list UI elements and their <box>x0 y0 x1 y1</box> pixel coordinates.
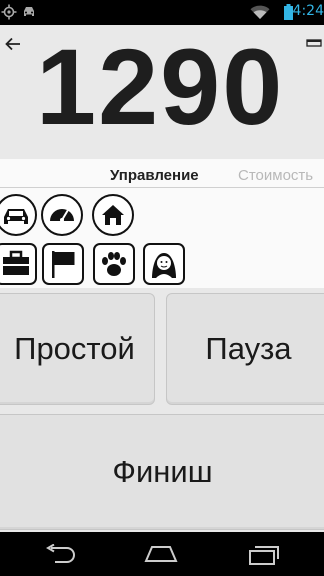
car-icon[interactable] <box>0 193 38 242</box>
overflow-menu-icon[interactable] <box>306 34 322 52</box>
recent-apps-icon[interactable] <box>247 544 281 571</box>
status-bar: 4:24 <box>0 0 324 25</box>
pause-button-label: Пауза <box>205 331 292 366</box>
pause-button[interactable]: Пауза <box>166 293 324 405</box>
finish-button[interactable]: Финиш <box>0 414 324 530</box>
idle-button-label: Простой <box>14 331 135 366</box>
paw-icon[interactable] <box>92 242 136 291</box>
tab-cost[interactable]: Стоимость <box>238 167 313 184</box>
taximeter-screen: 1290 Управление Стоимость Простой Пауза … <box>0 25 324 532</box>
status-time: 4:24 <box>292 3 324 19</box>
back-arrow-icon[interactable] <box>5 37 21 56</box>
home-icon[interactable] <box>91 193 135 242</box>
idle-button[interactable]: Простой <box>0 293 155 405</box>
finish-button-label: Финиш <box>112 454 213 489</box>
tab-control[interactable]: Управление <box>110 167 199 184</box>
fare-amount: 1290 <box>36 26 285 147</box>
gps-icon <box>1 4 17 25</box>
home-nav-icon[interactable] <box>143 545 179 568</box>
back-nav-icon[interactable] <box>43 543 77 569</box>
woman-icon[interactable] <box>142 242 186 291</box>
car-notification-icon <box>21 4 37 25</box>
speedometer-icon[interactable] <box>40 193 84 242</box>
navigation-bar <box>0 532 324 576</box>
suitcase-icon[interactable] <box>0 242 38 291</box>
tab-strip: Управление Стоимость <box>0 159 324 188</box>
flag-icon[interactable] <box>41 242 85 291</box>
fare-display: 1290 <box>0 25 324 159</box>
wifi-icon <box>250 5 270 25</box>
option-icons <box>0 188 324 288</box>
